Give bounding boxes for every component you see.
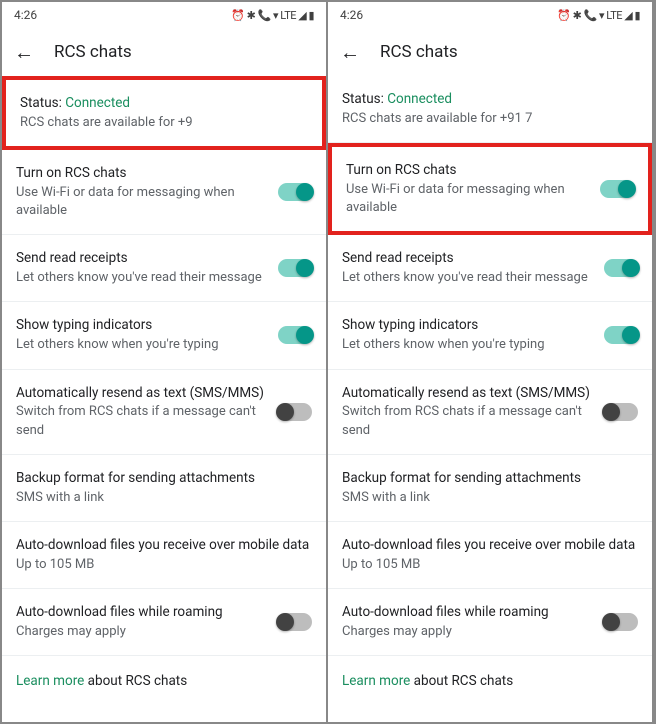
auto-dl-mobile-row[interactable]: Auto-download files you receive over mob… — [328, 522, 652, 589]
typing-title: Show typing indicators — [16, 316, 266, 335]
status-value: Connected — [387, 91, 452, 107]
rcs-toggle-sub: Use Wi-Fi or data for messaging when ava… — [346, 181, 588, 217]
status-section: Status: Connected RCS chats are availabl… — [328, 76, 652, 143]
auto-resend-title: Automatically resend as text (SMS/MMS) — [342, 384, 592, 403]
typing-row[interactable]: Show typing indicators Let others know w… — [328, 302, 652, 369]
auto-dl-mobile-sub: Up to 105 MB — [16, 556, 312, 574]
auto-resend-switch[interactable] — [278, 403, 312, 421]
status-subtext: RCS chats are available for +91 7 — [342, 110, 638, 128]
auto-dl-roam-title: Auto-download files while roaming — [16, 603, 266, 622]
page-title: RCS chats — [380, 42, 458, 62]
status-bar: 4:26 ⏰ ✱ 📞 ▾ LTE ◢ ▮ — [328, 2, 652, 28]
backup-row[interactable]: Backup format for sending attachments SM… — [2, 455, 326, 522]
rcs-toggle-title: Turn on RCS chats — [16, 164, 266, 183]
auto-resend-title: Automatically resend as text (SMS/MMS) — [16, 384, 266, 403]
auto-dl-roam-switch[interactable] — [278, 613, 312, 631]
auto-dl-mobile-sub: Up to 105 MB — [342, 556, 638, 574]
backup-row[interactable]: Backup format for sending attachments SM… — [328, 455, 652, 522]
read-receipts-row[interactable]: Send read receipts Let others know you'v… — [2, 235, 326, 302]
status-tray-icons: ⏰ ✱ 📞 ▾ LTE ◢ ▮ — [557, 9, 640, 22]
rcs-toggle-switch[interactable] — [600, 180, 634, 198]
status-bar: 4:26 ⏰ ✱ 📞 ▾ LTE ◢ ▮ — [2, 2, 326, 28]
auto-resend-row[interactable]: Automatically resend as text (SMS/MMS) S… — [2, 370, 326, 455]
read-receipts-sub: Let others know you've read their messag… — [16, 269, 266, 287]
status-section: Status: Connected RCS chats are availabl… — [2, 76, 326, 150]
rcs-toggle-row[interactable]: Turn on RCS chats Use Wi-Fi or data for … — [2, 150, 326, 235]
learn-more-row: Learn more about RCS chats — [2, 656, 326, 705]
auto-dl-roam-title: Auto-download files while roaming — [342, 603, 592, 622]
status-subtext: RCS chats are available for +9 — [20, 114, 308, 132]
status-label: Status: — [342, 91, 384, 107]
auto-dl-mobile-title: Auto-download files you receive over mob… — [16, 536, 312, 555]
learn-more-link[interactable]: Learn more — [342, 673, 410, 689]
typing-sub: Let others know when you're typing — [342, 336, 592, 354]
auto-dl-mobile-title: Auto-download files you receive over mob… — [342, 536, 638, 555]
learn-more-link[interactable]: Learn more — [16, 673, 84, 689]
typing-sub: Let others know when you're typing — [16, 336, 266, 354]
typing-row[interactable]: Show typing indicators Let others know w… — [2, 302, 326, 369]
auto-dl-roam-sub: Charges may apply — [342, 623, 592, 641]
clock: 4:26 — [340, 8, 363, 22]
auto-resend-row[interactable]: Automatically resend as text (SMS/MMS) S… — [328, 370, 652, 455]
rcs-toggle-switch[interactable] — [278, 183, 312, 201]
learn-more-text: about RCS chats — [84, 673, 187, 689]
auto-dl-mobile-row[interactable]: Auto-download files you receive over mob… — [2, 522, 326, 589]
read-receipts-row[interactable]: Send read receipts Let others know you'v… — [328, 235, 652, 302]
clock: 4:26 — [14, 8, 37, 22]
app-bar: ← RCS chats — [328, 28, 652, 76]
page-title: RCS chats — [54, 42, 132, 62]
auto-dl-roam-sub: Charges may apply — [16, 623, 266, 641]
read-receipts-switch[interactable] — [604, 259, 638, 277]
auto-dl-roam-switch[interactable] — [604, 613, 638, 631]
screen-right: 4:26 ⏰ ✱ 📞 ▾ LTE ◢ ▮ ← RCS chats Status:… — [328, 2, 654, 722]
typing-title: Show typing indicators — [342, 316, 592, 335]
status-value: Connected — [65, 95, 130, 111]
backup-title: Backup format for sending attachments — [342, 469, 638, 488]
typing-switch[interactable] — [604, 326, 638, 344]
rcs-toggle-sub: Use Wi-Fi or data for messaging when ava… — [16, 184, 266, 220]
learn-more-row: Learn more about RCS chats — [328, 656, 652, 705]
read-receipts-sub: Let others know you've read their messag… — [342, 269, 592, 287]
read-receipts-title: Send read receipts — [16, 249, 266, 268]
auto-resend-sub: Switch from RCS chats if a message can't… — [16, 403, 266, 439]
status-label: Status: — [20, 95, 62, 111]
typing-switch[interactable] — [278, 326, 312, 344]
auto-resend-sub: Switch from RCS chats if a message can't… — [342, 403, 592, 439]
backup-sub: SMS with a link — [342, 489, 638, 507]
back-icon[interactable]: ← — [14, 40, 34, 65]
rcs-toggle-row[interactable]: Turn on RCS chats Use Wi-Fi or data for … — [328, 143, 652, 235]
app-bar: ← RCS chats — [2, 28, 326, 76]
read-receipts-title: Send read receipts — [342, 249, 592, 268]
learn-more-text: about RCS chats — [410, 673, 513, 689]
screen-left: 4:26 ⏰ ✱ 📞 ▾ LTE ◢ ▮ ← RCS chats Status:… — [2, 2, 328, 722]
backup-sub: SMS with a link — [16, 489, 312, 507]
auto-dl-roam-row[interactable]: Auto-download files while roaming Charge… — [2, 589, 326, 656]
status-tray-icons: ⏰ ✱ 📞 ▾ LTE ◢ ▮ — [231, 9, 314, 22]
backup-title: Backup format for sending attachments — [16, 469, 312, 488]
back-icon[interactable]: ← — [340, 40, 360, 65]
auto-dl-roam-row[interactable]: Auto-download files while roaming Charge… — [328, 589, 652, 656]
read-receipts-switch[interactable] — [278, 259, 312, 277]
rcs-toggle-title: Turn on RCS chats — [346, 161, 588, 180]
auto-resend-switch[interactable] — [604, 403, 638, 421]
